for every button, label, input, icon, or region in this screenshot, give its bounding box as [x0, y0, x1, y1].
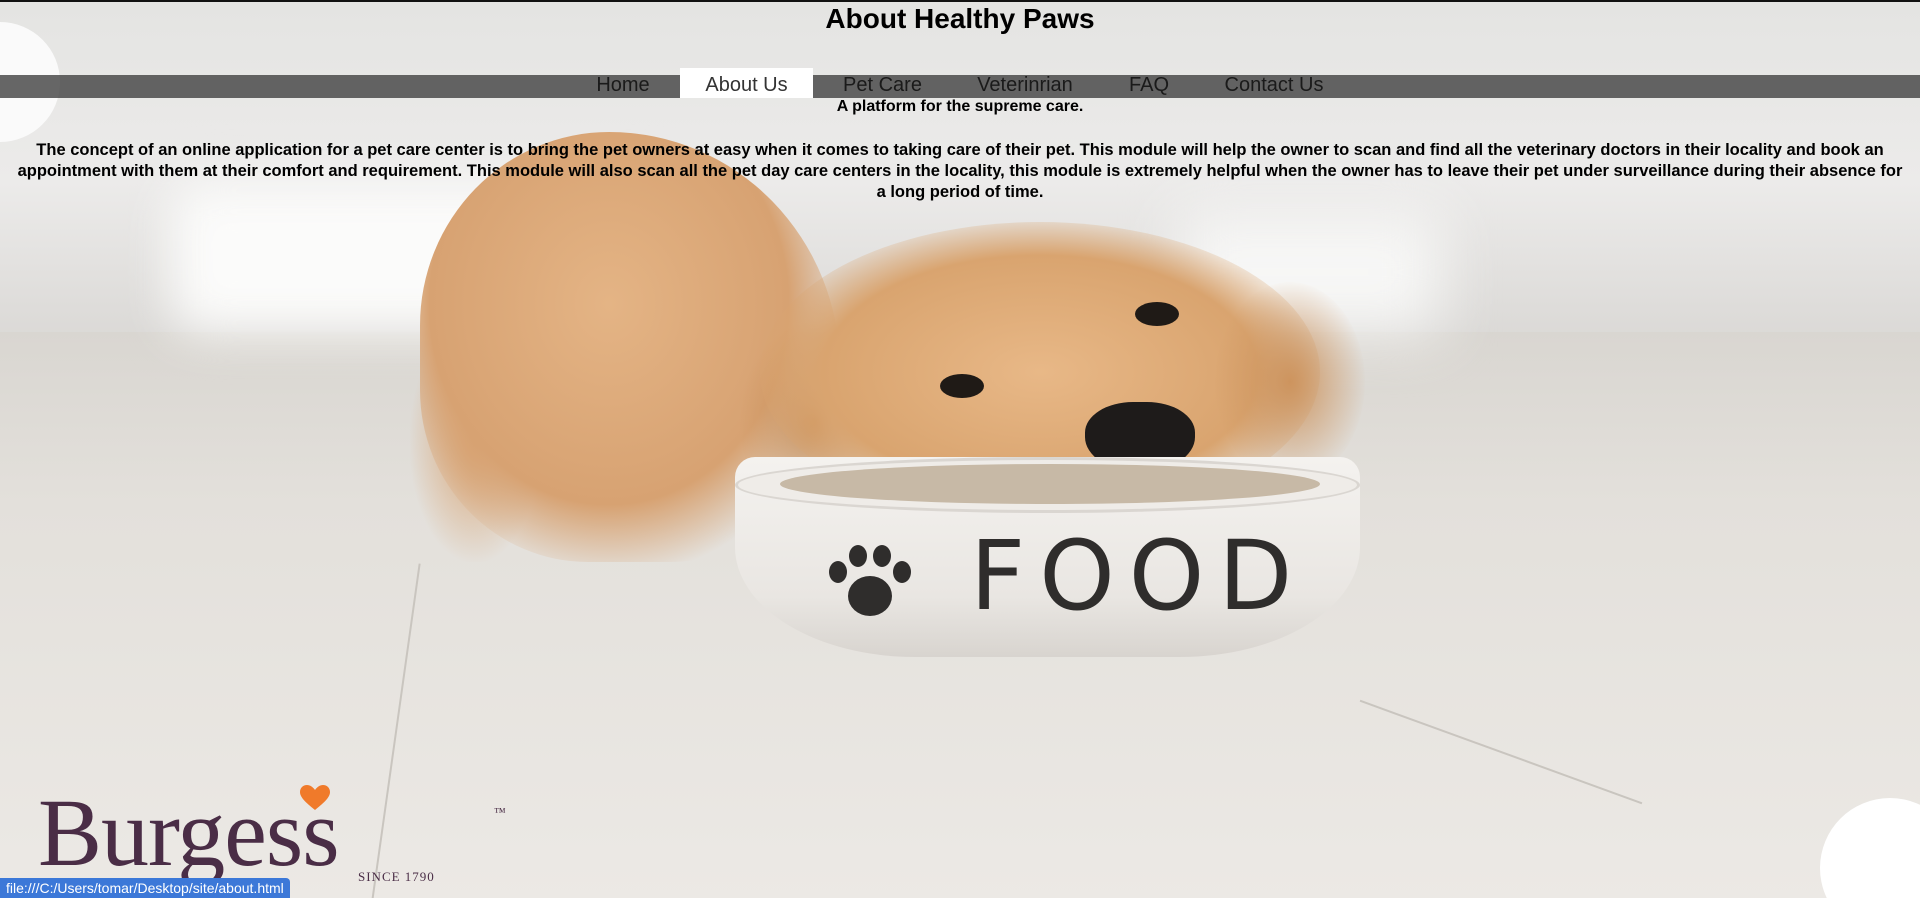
background-photo: FOOD	[0, 2, 1920, 898]
puppy-ear-right	[1215, 282, 1365, 482]
nav-item-home[interactable]: Home	[575, 68, 671, 98]
logo-since: SINCE 1790	[358, 869, 435, 884]
logo-trademark: ™	[494, 805, 506, 819]
nav-item-veterinarian[interactable]: Veterinrian	[955, 68, 1095, 98]
about-description: The concept of an online application for…	[17, 141, 1903, 201]
tagline: A platform for the supreme care.	[836, 98, 1084, 115]
nav-item-about-us[interactable]: About Us	[680, 68, 813, 98]
heart-icon	[300, 785, 330, 810]
nav-item-faq[interactable]: FAQ	[1108, 68, 1190, 98]
food-bowl-inside	[780, 464, 1320, 504]
nav-item-pet-care[interactable]: Pet Care	[820, 68, 945, 98]
main-nav: Home About Us Pet Care Veterinrian FAQ C…	[0, 68, 1920, 98]
page-title: About Healthy Paws	[825, 3, 1095, 34]
puppy-eye-left	[940, 374, 984, 398]
burgess-logo: Burgess ™ SINCE 1790	[38, 785, 518, 885]
bowl-label: FOOD	[970, 520, 1307, 632]
status-bar-url: file:///C:/Users/tomar/Desktop/site/abou…	[0, 878, 290, 898]
logo-wordmark: Burgess	[38, 779, 340, 886]
paw-print-icon	[829, 545, 911, 616]
nav-item-contact-us[interactable]: Contact Us	[1210, 68, 1338, 98]
puppy-eye-right	[1135, 302, 1179, 326]
